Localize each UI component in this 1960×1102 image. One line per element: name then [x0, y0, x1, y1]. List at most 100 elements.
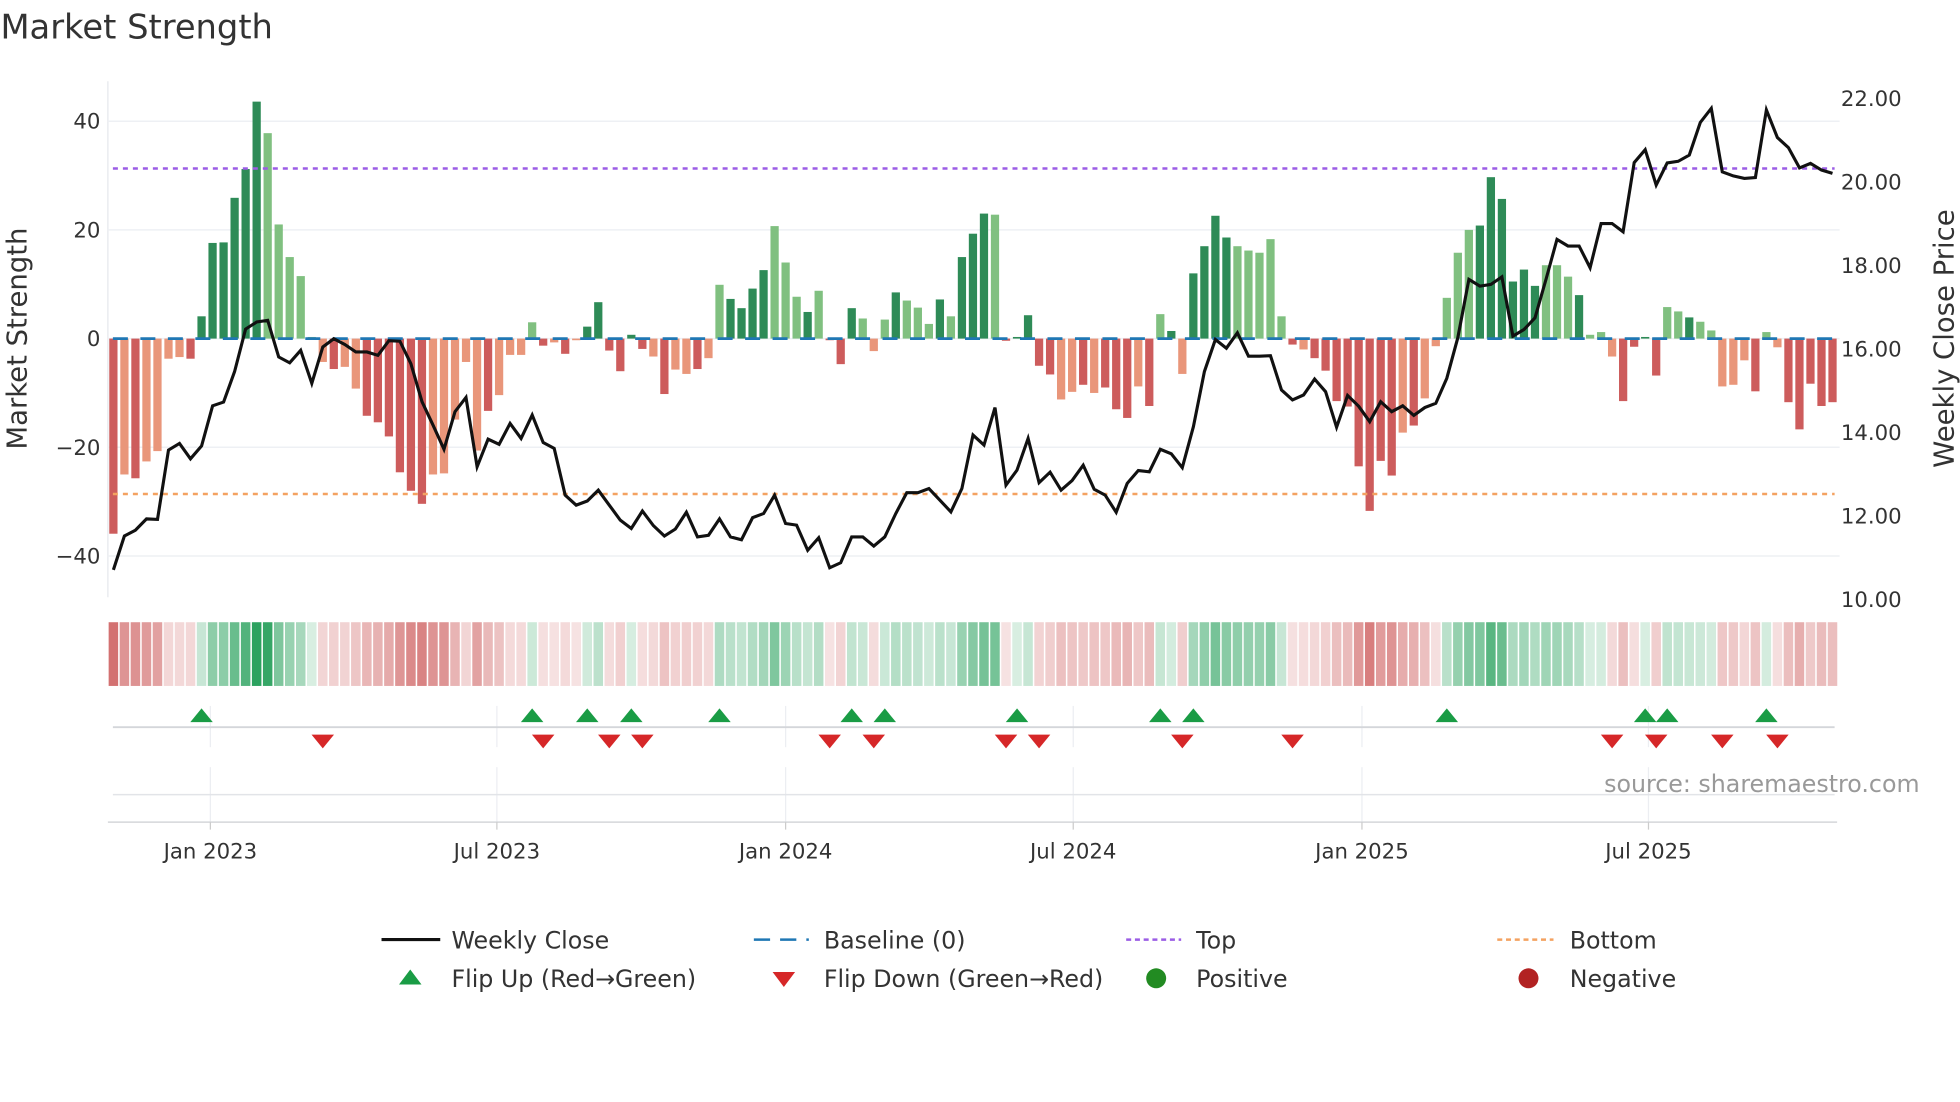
strength-bar — [1652, 338, 1661, 376]
y2-tick-label: 20.00 — [1841, 171, 1902, 196]
strip-cell — [284, 622, 295, 686]
strength-bar — [946, 316, 956, 339]
y2-axis-label: Weekly Close Price — [1928, 209, 1960, 467]
strip-cell — [240, 622, 251, 686]
strip-cell — [924, 622, 934, 686]
x-tick-label: Jul 2023 — [452, 839, 540, 864]
strip-cell — [1673, 622, 1683, 686]
strength-bar — [990, 214, 1000, 339]
strip-cell — [1706, 622, 1717, 686]
y-tick-label: 0 — [87, 327, 101, 352]
strength-bar — [1101, 338, 1110, 388]
strip-cell — [318, 622, 328, 686]
strength-bar — [1321, 338, 1330, 371]
strip-cell — [1287, 622, 1298, 686]
strength-bar — [472, 338, 482, 451]
x-tick-label: Jan 2025 — [1313, 839, 1409, 864]
strip-cell — [428, 622, 438, 686]
strip-cell — [395, 622, 405, 686]
strip-cell — [207, 622, 218, 686]
strength-bar — [1134, 338, 1143, 387]
strength-bar — [1056, 338, 1066, 400]
strip-cell — [869, 622, 879, 686]
strip-cell — [593, 622, 604, 686]
strip-cell — [736, 622, 747, 686]
strength-bar — [1552, 265, 1562, 339]
flip-up-marker — [1655, 708, 1679, 723]
strip-cell — [1805, 622, 1816, 686]
strength-bar — [175, 338, 184, 358]
strip-cell — [813, 622, 824, 686]
y2-tick-label: 22.00 — [1841, 87, 1902, 112]
strength-bar — [572, 338, 581, 341]
strip-cell — [1342, 622, 1353, 686]
flip-down-marker — [1711, 734, 1734, 749]
strip-cell — [1651, 622, 1661, 686]
flip-up-marker — [576, 708, 599, 723]
flip-up-marker — [1182, 708, 1205, 723]
strength-bar — [285, 257, 294, 339]
strength-bar — [1023, 315, 1033, 339]
axis-ticks: 40 20 0 −20 −40 22.00 20.00 18.00 16.00 14.00 12.0… — [56, 87, 1902, 864]
strength-bar — [880, 319, 889, 339]
strip-cell — [1442, 622, 1452, 686]
strength-bar — [186, 338, 195, 359]
strip-cell — [1629, 622, 1639, 686]
strength-bar — [605, 338, 614, 351]
strip-cell — [1541, 622, 1551, 686]
strength-bar — [924, 323, 933, 339]
strength-bar — [1145, 338, 1154, 406]
flip-down-marker — [862, 734, 886, 749]
strength-bar — [1607, 338, 1617, 357]
y-axis-label: Market Strength — [2, 228, 34, 450]
strength-bar — [594, 302, 603, 339]
strip-cell — [1519, 622, 1529, 686]
strip-cell — [461, 622, 471, 686]
strip-cell — [174, 622, 185, 686]
flip-down-marker — [994, 734, 1018, 749]
strength-bar — [1828, 338, 1837, 403]
strip-cell — [1386, 622, 1397, 686]
strength-bar — [1090, 338, 1099, 393]
positive-dot-icon — [1146, 968, 1167, 989]
strip-cell — [1155, 622, 1166, 686]
strip-cell — [1563, 622, 1573, 686]
strip-cell — [218, 622, 229, 686]
strip-cell — [1364, 622, 1375, 686]
strength-bar — [1277, 316, 1286, 339]
strip-cell — [295, 622, 306, 686]
triangle-down-icon — [772, 972, 796, 988]
strip-cell — [1585, 622, 1595, 686]
strip-cell — [791, 622, 802, 686]
strip-cell — [758, 622, 769, 686]
strip-cell — [163, 622, 174, 686]
strength-bar — [428, 338, 438, 475]
strip-cell — [1199, 622, 1210, 686]
flip-up-marker — [1149, 708, 1172, 723]
strip-cell — [1794, 622, 1805, 686]
strip-cell — [725, 622, 736, 686]
legend: Weekly Close Baseline (0) Top Bottom Fli… — [381, 926, 1676, 993]
strength-bar — [362, 338, 371, 416]
strength-bar — [671, 338, 680, 370]
strip-cell — [703, 622, 714, 686]
strip-cell — [681, 622, 692, 686]
strip-cell — [472, 622, 482, 686]
strength-bar — [252, 101, 261, 339]
strength-bar — [1497, 198, 1507, 339]
strength-bar — [902, 300, 911, 339]
strip-cell — [957, 622, 967, 686]
strip-cell — [648, 622, 659, 686]
strip-cell — [968, 622, 978, 686]
strength-bar — [1751, 338, 1760, 392]
x-tick-label: Jul 2025 — [1603, 839, 1691, 864]
strength-bar — [517, 338, 526, 355]
strip-cell — [891, 622, 901, 686]
strip-cell — [1684, 622, 1695, 686]
strip-cell — [273, 622, 284, 686]
strip-cell — [1243, 622, 1254, 686]
strip-cell — [880, 622, 890, 686]
strength-bar — [616, 338, 625, 372]
legend-weekly-close: Weekly Close — [451, 926, 609, 954]
strip-cell — [824, 622, 835, 686]
